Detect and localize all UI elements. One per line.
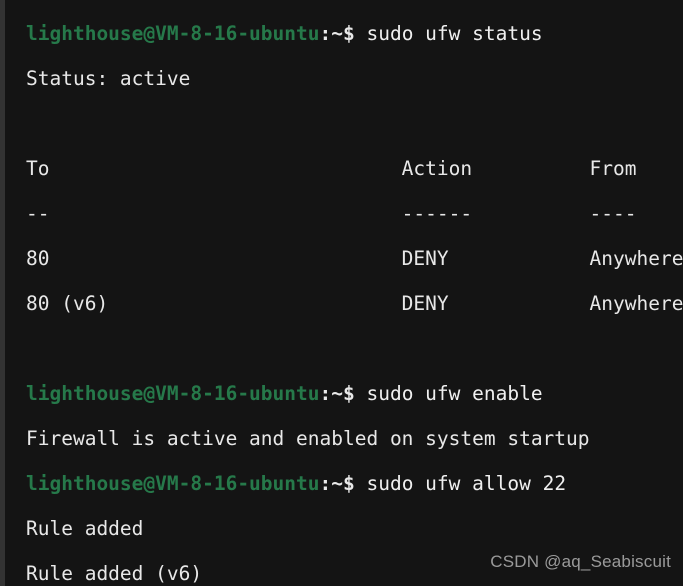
prompt-user-host: lighthouse@VM-8-16-ubuntu xyxy=(26,382,320,405)
rules-table-row-2-text: 80 (v6) DENY Anywhere (v6 xyxy=(26,292,683,315)
terminal-line-firewall-enabled: Firewall is active and enabled on system… xyxy=(0,416,683,461)
terminal-line-prompt-enable: lighthouse@VM-8-16-ubuntu:~$ sudo ufw en… xyxy=(0,371,683,416)
output-rule-added: Rule added xyxy=(26,517,144,540)
prompt-symbol: :~$ xyxy=(319,472,355,495)
rules-table-header-row: To Action From xyxy=(0,146,683,191)
terminal-line-blank-1 xyxy=(0,101,683,146)
command-ufw-enable: sudo ufw enable xyxy=(355,382,543,405)
prompt-user-host: lighthouse@VM-8-16-ubuntu xyxy=(26,22,320,45)
command-ufw-status-text: sudo ufw status xyxy=(366,22,543,45)
command-ufw-allow-22: sudo ufw allow 22 xyxy=(355,472,566,495)
command-ufw-allow-22-text: sudo ufw allow 22 xyxy=(366,472,567,495)
terminal-line-status-active: Status: active xyxy=(0,56,683,101)
rules-table-separator-row: -- ------ ---- xyxy=(0,191,683,236)
terminal-screen[interactable]: lighthouse@VM-8-16-ubuntu:~$ sudo ufw st… xyxy=(0,0,683,586)
rules-table-row-1-text: 80 DENY Anywhere xyxy=(26,247,683,270)
table-row: 80 (v6) DENY Anywhere (v6 xyxy=(0,281,683,326)
terminal-left-gutter xyxy=(0,0,5,586)
output-rule-added-v6: Rule added (v6) xyxy=(26,562,203,585)
command-ufw-status: sudo ufw status xyxy=(355,22,543,45)
table-row: 80 DENY Anywhere xyxy=(0,236,683,281)
terminal-line-rule-added: Rule added xyxy=(0,506,683,551)
output-status-active: Status: active xyxy=(26,67,191,90)
prompt-symbol: :~$ xyxy=(319,22,355,45)
prompt-symbol: :~$ xyxy=(319,382,355,405)
terminal-window[interactable]: lighthouse@VM-8-16-ubuntu:~$ sudo ufw st… xyxy=(0,0,683,586)
rules-table-separator-text: -- ------ ---- xyxy=(26,202,637,225)
prompt-user-host: lighthouse@VM-8-16-ubuntu xyxy=(26,472,320,495)
terminal-line-prompt-allow22: lighthouse@VM-8-16-ubuntu:~$ sudo ufw al… xyxy=(0,461,683,506)
command-ufw-enable-text: sudo ufw enable xyxy=(366,382,543,405)
rules-table-header-text: To Action From xyxy=(26,157,637,180)
terminal-line-blank-2 xyxy=(0,326,683,371)
terminal-line-prompt-status: lighthouse@VM-8-16-ubuntu:~$ sudo ufw st… xyxy=(0,11,683,56)
output-firewall-enabled: Firewall is active and enabled on system… xyxy=(26,427,590,450)
terminal-line-rule-added-v6: Rule added (v6) xyxy=(0,551,683,586)
